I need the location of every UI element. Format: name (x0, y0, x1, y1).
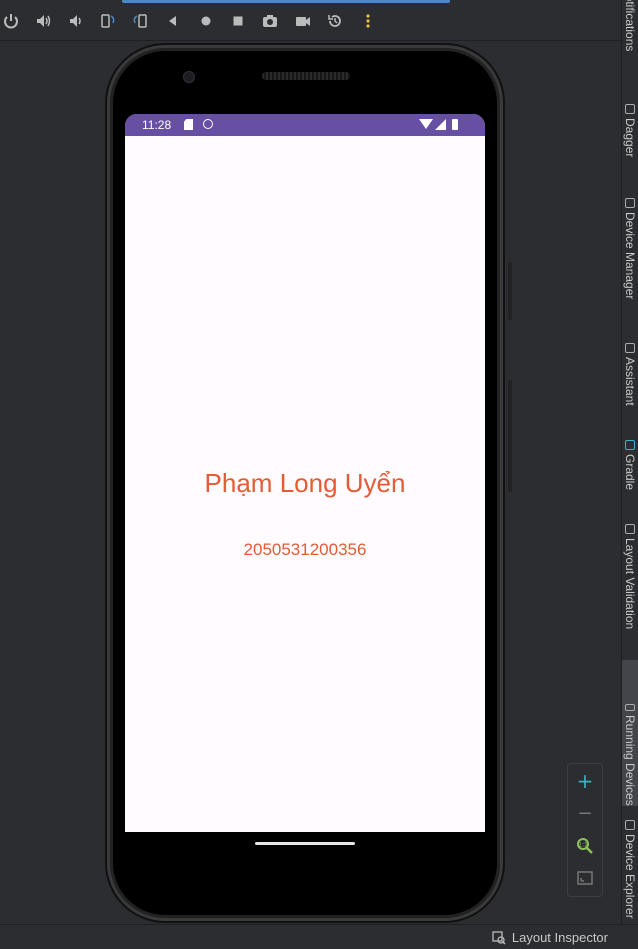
back-icon[interactable] (162, 10, 184, 32)
progress-indicator (122, 0, 450, 3)
volume-up-icon[interactable] (33, 10, 55, 32)
camera-icon (183, 71, 195, 83)
home-icon[interactable] (195, 10, 217, 32)
layout-inspector-button[interactable]: Layout Inspector (492, 930, 608, 945)
phone-volume-keys (508, 380, 512, 492)
overview-icon[interactable] (227, 10, 249, 32)
zoom-actual-icon[interactable]: 1:1 (568, 831, 602, 861)
ide-status-bar: Layout Inspector (0, 924, 638, 949)
status-time: 11:28 (142, 118, 172, 132)
power-icon[interactable] (0, 10, 22, 32)
tab-label: Device Manager (623, 212, 637, 300)
home-gesture-bar[interactable] (255, 842, 355, 845)
svg-text:1:1: 1:1 (578, 842, 588, 849)
phone-power-key (508, 262, 512, 320)
zoom-in-button[interactable]: + (568, 766, 602, 796)
device-explorer-icon (625, 820, 635, 830)
zoom-fit-icon[interactable] (568, 863, 602, 893)
layout-inspector-label: Layout Inspector (511, 930, 608, 945)
tab-running-devices[interactable]: Running Devices (622, 660, 638, 806)
wifi-icon (419, 119, 433, 129)
sync-icon (203, 119, 213, 129)
tab-dagger[interactable]: Dagger (622, 104, 638, 157)
tab-label: Device Explorer (623, 834, 637, 919)
rotate-left-icon[interactable] (97, 10, 119, 32)
tab-device-explorer[interactable]: Device Explorer (622, 820, 638, 919)
speaker-grille (262, 72, 350, 80)
zoom-out-button[interactable]: − (568, 798, 602, 828)
device-icon (625, 198, 635, 208)
emulator-toolbar (0, 0, 622, 41)
signal-icon (435, 119, 446, 130)
tab-label: Layout Validation (623, 538, 637, 630)
tab-label: Assistant (623, 357, 637, 406)
battery-icon (452, 119, 458, 130)
tab-label: Gradle (623, 454, 637, 491)
snapshot-icon[interactable] (324, 10, 346, 32)
screenshot-icon[interactable] (259, 10, 281, 32)
tab-assistant[interactable]: Assistant (622, 343, 638, 406)
android-status-bar: 11:28 (125, 114, 485, 136)
tab-label: Notifications (623, 0, 637, 52)
layout-inspector-icon (492, 930, 506, 945)
running-devices-icon (625, 704, 635, 712)
tab-layout-validation[interactable]: Layout Validation (622, 524, 638, 629)
zoom-controls: + − 1:1 (567, 763, 603, 897)
layout-validation-icon (625, 524, 635, 534)
android-nav-bar (125, 832, 485, 872)
screen-record-icon[interactable] (292, 10, 314, 32)
tab-gradle[interactable]: Gradle (622, 440, 638, 490)
volume-down-icon[interactable] (65, 10, 87, 32)
rotate-right-icon[interactable] (129, 10, 151, 32)
more-icon[interactable] (357, 10, 379, 32)
device-screen[interactable]: 11:28 Phạm Long Uyển 2050531200356 (125, 114, 485, 832)
tab-device-manager[interactable]: Device Manager (622, 198, 638, 299)
tab-notifications[interactable]: Notifications (622, 0, 638, 51)
student-id-text: 2050531200356 (243, 540, 367, 559)
assistant-icon (625, 343, 635, 353)
dagger-icon (625, 104, 635, 114)
tab-label: Running Devices (623, 715, 637, 806)
student-name-text: Phạm Long Uyển (204, 468, 406, 498)
gradle-icon (625, 440, 635, 450)
tab-label: Dagger (623, 118, 637, 158)
right-tool-window-strip: Notifications Dagger Device Manager Assi… (621, 0, 638, 924)
sd-card-icon (184, 119, 193, 130)
